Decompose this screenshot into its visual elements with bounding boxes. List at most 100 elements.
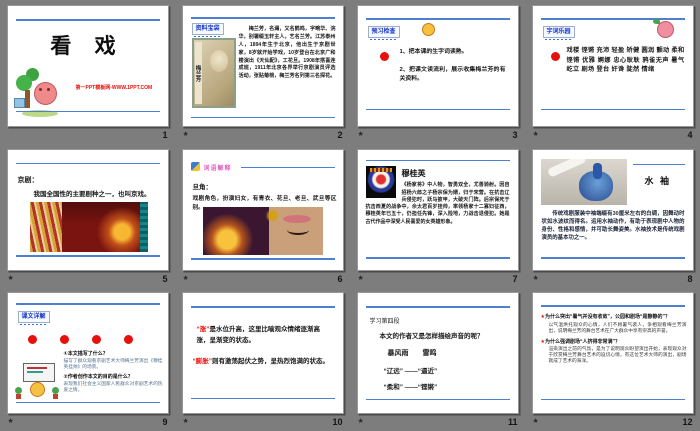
section-tag: 课文详解: [17, 311, 50, 326]
vocabulary-list: 戏楼 铿锵 充沛 轻盈 矫健 圆润 颤动 柔和 铿锵 优雅 婀娜 忠心耿耿 鸦雀…: [566, 47, 685, 74]
divider-line: [365, 398, 510, 401]
divider-line: [365, 18, 510, 20]
slide-cell-9: 课文详解 ①本文描写了什么？ 描写了群众观看京剧艺术大师梅兰芳演出《穆桂英挂帅》…: [0, 287, 175, 431]
divider-line: [190, 116, 335, 118]
leaf-icon: [652, 19, 660, 24]
classroom-cartoon: [14, 363, 60, 405]
transition-icon[interactable]: ★: [533, 275, 539, 283]
slide-number: 7: [512, 273, 518, 284]
slide-thumbnail-7[interactable]: 穆桂英 《杨家将》中人物，智勇双全，尤善骑射。因自招杨六郎之子杨宗保为婿，归于宋…: [356, 148, 519, 271]
transition-icon[interactable]: ★: [183, 418, 189, 426]
analysis-paragraph-1: “涨”是水位升高，这里比喻观众情绪逐渐高涨，呈渐变的状态。: [196, 326, 321, 344]
slide-thumbnail-9[interactable]: 课文详解 ①本文描写了什么？ 描写了群众观看京剧艺术大师梅兰芳演出《穆桂英挂帅》…: [6, 292, 169, 415]
slide-number: 11: [507, 417, 518, 428]
slide-number: 6: [337, 273, 343, 284]
slide-cell-3: 预习检查 1、把本课的生字词读熟。 2、把课文读流利，展示收集梅兰芳的有关资料。…: [350, 0, 525, 144]
slide-number: 12: [682, 417, 693, 428]
transition-icon[interactable]: ★: [183, 131, 189, 139]
slide-number: 2: [337, 130, 343, 140]
bullet-dot: [27, 335, 37, 345]
bullet-dot: [59, 335, 69, 345]
slide-thumbnail-1[interactable]: 看 戏 第一PPT模板网-WWW.1PPT.COM: [6, 5, 169, 127]
keywords-line: 暴风雨 雷鸣: [387, 350, 437, 358]
term-definition: 我国全国性的主要剧种之一，也叫京戏。: [33, 190, 151, 198]
mei-lanfang-photo: 梅兰芳: [191, 38, 236, 108]
question-1: ①本文描写了什么？: [63, 351, 108, 358]
slide-thumbnail-5[interactable]: 京剧： 我国全国性的主要剧种之一，也叫京戏。: [6, 148, 169, 271]
transition-icon[interactable]: ★: [8, 418, 14, 426]
transition-icon[interactable]: ★: [358, 131, 364, 139]
slide-thumbnail-12[interactable]: ★为什么突出“暑气并没有收敛”，公园和剧场“是静静的”？ 以气温烘托观众的心情，…: [531, 292, 694, 415]
divider-line: [540, 257, 685, 259]
slide-number: 4: [687, 130, 693, 140]
transition-icon[interactable]: ★: [533, 418, 539, 426]
question-line: 本文的作者又是怎样描绘声音的呢？: [379, 333, 484, 341]
transition-icon[interactable]: ★: [533, 131, 539, 139]
transition-icon[interactable]: ★: [8, 275, 14, 283]
task-item-1: 1、把本课的生字词读熟。: [399, 49, 468, 55]
bullet-dot: [550, 52, 560, 61]
divider-line: [190, 258, 335, 260]
divider-line: [365, 306, 510, 308]
divider-line: [540, 18, 685, 20]
slide-cell-4: 字词乐园 戏楼 铿锵 充沛 轻盈 矫健 圆润 颤动 柔和 铿锵 优雅 婀娜 忠心…: [525, 0, 700, 144]
section-tag: 资料宝袋: [191, 23, 224, 37]
water-sleeve-image: [540, 158, 627, 205]
bullet-dot: [91, 335, 101, 345]
section-line: 学习第四段: [369, 319, 400, 326]
bullet-dot: [379, 52, 389, 61]
question-2: ②作者创作本文的目的是什么？: [63, 374, 133, 381]
answer-2: 表现我们社会主义国家人民群众对京剧艺术的热爱之情。: [63, 381, 163, 393]
divider-line: [365, 108, 510, 110]
section-tag: 预习检查: [367, 26, 400, 40]
divider-line: [190, 397, 335, 400]
term-heading: 水 袖: [644, 175, 672, 186]
slide-thumbnail-2[interactable]: 资料宝袋 梅兰芳 梅兰芳，名澜，又名鹤鸣，字畹华、浣华，别署缀玉轩主人，艺名兰芳…: [181, 5, 344, 127]
term-definition: 传统戏剧服装中袖端缀有30厘米左右的白绸，因舞动时状如水波纹而得名。运用水袖动作…: [541, 210, 685, 241]
divider-line: [15, 401, 160, 404]
answer-1: 以气温烘托观众的心情，人们不顾暑气袭人，争相观看梅兰芳演出，说明梅兰芳的舞台艺术…: [548, 321, 687, 333]
biography-text: 梅兰芳，名澜，又名鹤鸣，字畹华、浣华，别署缀玉轩主人，艺名兰芳。江苏泰州人，18…: [238, 26, 336, 80]
question-1: ★为什么突出“暑气并没有收敛”，公园和剧场“是静静的”？: [540, 314, 671, 321]
section-tag-pink: 词语解释: [203, 165, 232, 172]
slide-number: 8: [687, 273, 693, 284]
slide-thumbnail-4[interactable]: 字词乐园 戏楼 铿锵 充沛 轻盈 矫健 圆润 颤动 柔和 铿锵 优雅 婀娜 忠心…: [531, 5, 694, 127]
lesson-title: 看 戏: [50, 34, 125, 58]
qa-block: ①本文描写了什么？ 描写了群众观看京剧艺术大师梅兰芳演出《穆桂英挂帅》的场景。 …: [64, 350, 163, 396]
transition-icon[interactable]: ★: [358, 275, 364, 283]
slide-cell-5: 京剧： 我国全国性的主要剧种之一，也叫京戏。 ★ 5: [0, 144, 175, 288]
slide-cell-10: “涨”是水位升高，这里比喻观众情绪逐渐高涨，呈渐变的状态。 “膨胀”则有激荡起伏…: [175, 287, 350, 431]
term-heading: 京剧：: [17, 176, 39, 184]
divider-line: [15, 19, 160, 21]
contrast-line-2: “柔和” ——“铿锵”: [383, 384, 438, 392]
notes-icon: [190, 161, 200, 171]
transition-icon[interactable]: ★: [183, 275, 189, 283]
qa-block: ★为什么突出“暑气并没有收敛”，公园和剧场“是静静的”？ 以气温烘托观众的心情，…: [541, 313, 687, 368]
bullet-dot: [123, 335, 133, 345]
divider-line: [365, 257, 510, 259]
answer-2: 渲染演出之前的气氛，是为了说明观众盼望演出开始，表现观众对于欣赏梅兰芳舞台艺术的…: [548, 346, 687, 364]
divider-line: [15, 255, 160, 257]
beijing-opera-image: [29, 201, 148, 252]
highlight-word-zhang: “涨”: [196, 326, 210, 334]
slide-thumbnail-11[interactable]: 学习第四段 本文的作者又是怎样描绘声音的呢？ 暴风雨 雷鸣 “辽远” ——“逼近…: [356, 292, 519, 415]
slide-number: 3: [512, 130, 518, 140]
transition-icon[interactable]: ★: [358, 418, 364, 426]
slide-number: 10: [332, 417, 343, 428]
answer-1: 描写了群众观看京剧艺术大师梅兰芳演出《穆桂英挂帅》的场景。: [63, 358, 163, 370]
divider-line: [632, 163, 685, 166]
slide-thumbnail-8[interactable]: 水 袖 传统戏剧服装中袖端缀有30厘米左右的白绸，因舞动时状如水波纹而得名。运用…: [531, 148, 694, 271]
slide-number: 5: [162, 273, 168, 284]
analysis-paragraph-2: “膨胀”则有激荡起伏之势，呈热烈饱满的状态。: [192, 358, 330, 366]
section-tag: 字词乐园: [542, 26, 575, 40]
highlight-word-pengzhang: “膨胀”: [192, 358, 213, 366]
chick-cartoon-icon: [421, 23, 435, 36]
divider-line: [540, 305, 685, 307]
divider-line: [15, 303, 160, 305]
slide-thumbnail-6[interactable]: 词语解释 旦角： 戏剧角色，扮演妇女，有青衣、花旦、老旦、武旦等区别。: [181, 148, 344, 271]
slide-cell-11: 学习第四段 本文的作者又是怎样描绘声音的呢？ 暴风雨 雷鸣 “辽远” ——“逼近…: [350, 287, 525, 431]
slide-thumbnail-3[interactable]: 预习检查 1、把本课的生字词读熟。 2、把课文读流利，展示收集梅兰芳的有关资料。: [356, 5, 519, 127]
dan-role-image: [202, 206, 323, 255]
slide-thumbnail-10[interactable]: “涨”是水位升高，这里比喻观众情绪逐渐高涨，呈渐变的状态。 “膨胀”则有激荡起伏…: [181, 292, 344, 415]
divider-line: [190, 306, 335, 308]
